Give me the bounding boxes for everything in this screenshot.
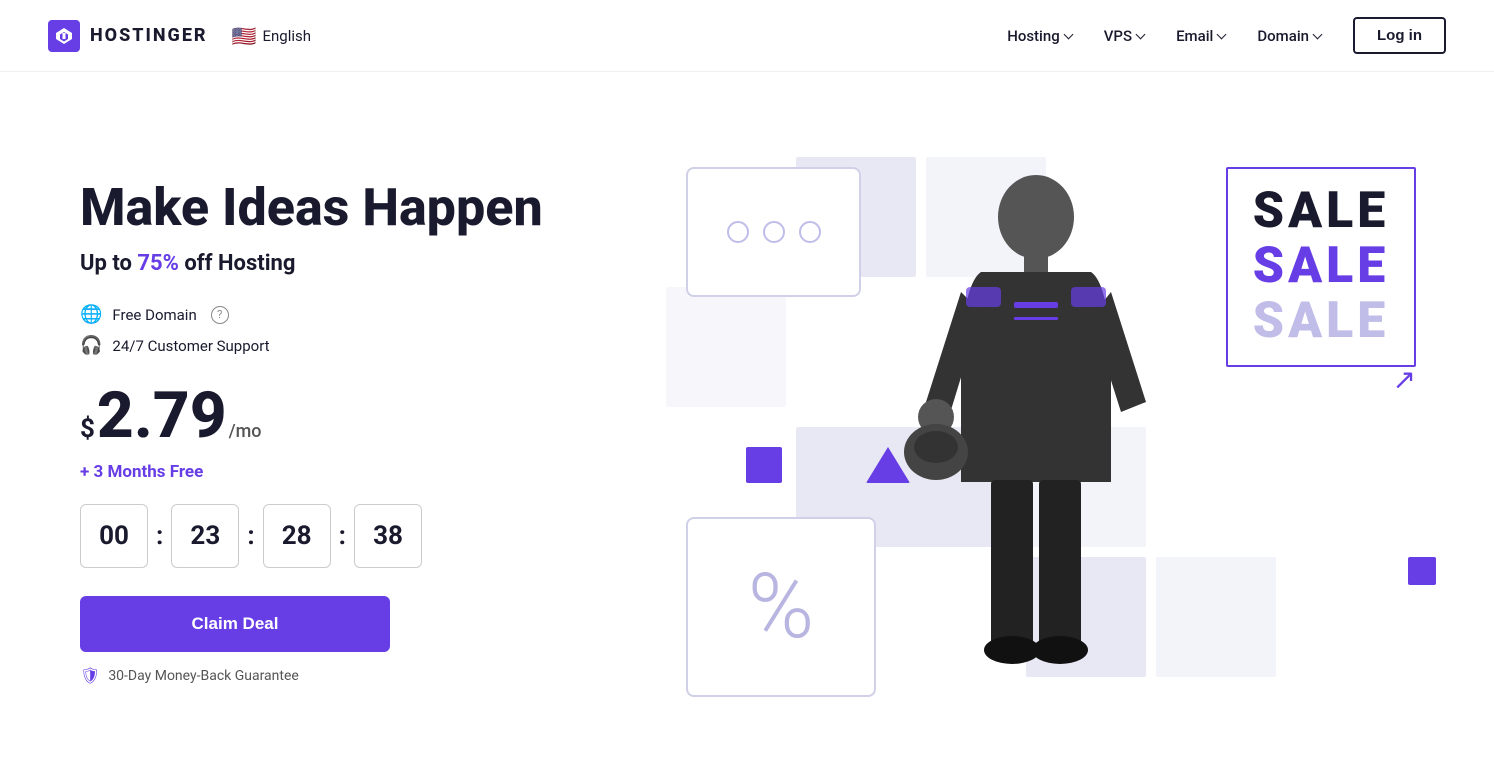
features-list: 🌐 Free Domain ? 🎧 24/7 Customer Support [80, 304, 543, 356]
feature-support-text: 24/7 Customer Support [112, 337, 269, 355]
countdown-seconds: 28 [263, 504, 331, 568]
nav-item-hosting[interactable]: Hosting [1007, 27, 1072, 45]
percent-sign: % [748, 562, 815, 652]
flag-icon: 🇺🇸 [232, 24, 257, 48]
globe-icon: 🌐 [80, 304, 102, 325]
chevron-down-icon [1217, 29, 1227, 39]
nav-item-domain[interactable]: Domain [1257, 27, 1321, 45]
nav-left: HOSTINGER 🇺🇸 English [48, 20, 311, 52]
shield-icon: 🛡 [80, 666, 100, 685]
guarantee-text: 30-Day Money-Back Guarantee [108, 668, 299, 684]
chevron-down-icon [1063, 29, 1073, 39]
months-free: + 3 Months Free [80, 462, 543, 482]
language-label: English [262, 27, 311, 45]
deco-purple-2 [1408, 557, 1436, 585]
nav-right: Hosting VPS Email Domain Log in [1007, 17, 1446, 54]
browser-dot-2 [763, 221, 785, 243]
sale-box: SALE SALE SALE [1226, 167, 1416, 367]
headset-icon: 🎧 [80, 335, 102, 356]
price-display: $ 2.79 /mo [80, 384, 543, 448]
chevron-down-icon [1136, 29, 1146, 39]
info-icon[interactable]: ? [211, 306, 229, 324]
person-image [876, 157, 1196, 697]
hero-left: Make Ideas Happen Up to 75% off Hosting … [80, 178, 543, 686]
person-silhouette [896, 162, 1176, 692]
countdown-frames: 38 [354, 504, 422, 568]
navbar: HOSTINGER 🇺🇸 English Hosting VPS Email D… [0, 0, 1494, 72]
sale-line-2: SALE [1253, 239, 1389, 294]
login-button[interactable]: Log in [1353, 17, 1446, 54]
nav-item-vps[interactable]: VPS [1104, 27, 1144, 45]
nav-item-email[interactable]: Email [1176, 27, 1225, 45]
percent-card: % [686, 517, 876, 697]
hero-visual: % SALE SALE SALE ↗ [666, 157, 1446, 707]
sale-line-1: SALE [1253, 184, 1389, 239]
countdown-sep-2: : [243, 521, 258, 551]
countdown-timer: 00 : 23 : 28 : 38 [80, 504, 543, 568]
cursor-icon: ↗ [1393, 363, 1416, 396]
feature-support: 🎧 24/7 Customer Support [80, 335, 543, 356]
hostinger-icon [54, 26, 74, 46]
countdown-minutes: 23 [171, 504, 239, 568]
price-section: $ 2.79 /mo [80, 384, 543, 448]
language-selector[interactable]: 🇺🇸 English [232, 24, 311, 48]
hero-subtitle: Up to 75% off Hosting [80, 251, 543, 276]
countdown-sep-3: : [335, 521, 350, 551]
browser-dot-1 [727, 221, 749, 243]
sale-line-3: SALE [1253, 294, 1389, 349]
deco-purple-1 [746, 447, 782, 483]
logo[interactable]: HOSTINGER [48, 20, 208, 52]
claim-deal-button[interactable]: Claim Deal [80, 596, 390, 652]
logo-text: HOSTINGER [90, 25, 208, 46]
countdown-sep-1: : [152, 521, 167, 551]
bg-square-3 [666, 287, 786, 407]
feature-domain-text: Free Domain [112, 306, 196, 324]
hero-title: Make Ideas Happen [80, 178, 543, 238]
chevron-down-icon [1313, 29, 1323, 39]
price-per: /mo [229, 421, 262, 442]
browser-card [686, 167, 861, 297]
logo-icon [48, 20, 80, 52]
countdown-hours: 00 [80, 504, 148, 568]
subtitle-prefix: Up to [80, 251, 137, 276]
subtitle-highlight: 75% [137, 251, 179, 276]
price-currency: $ [80, 414, 95, 444]
subtitle-suffix: off Hosting [179, 251, 296, 276]
guarantee-section: 🛡 30-Day Money-Back Guarantee [80, 666, 543, 685]
hero-section: Make Ideas Happen Up to 75% off Hosting … [0, 72, 1494, 771]
browser-dot-3 [799, 221, 821, 243]
price-amount: 2.79 [97, 384, 227, 448]
feature-domain: 🌐 Free Domain ? [80, 304, 543, 325]
